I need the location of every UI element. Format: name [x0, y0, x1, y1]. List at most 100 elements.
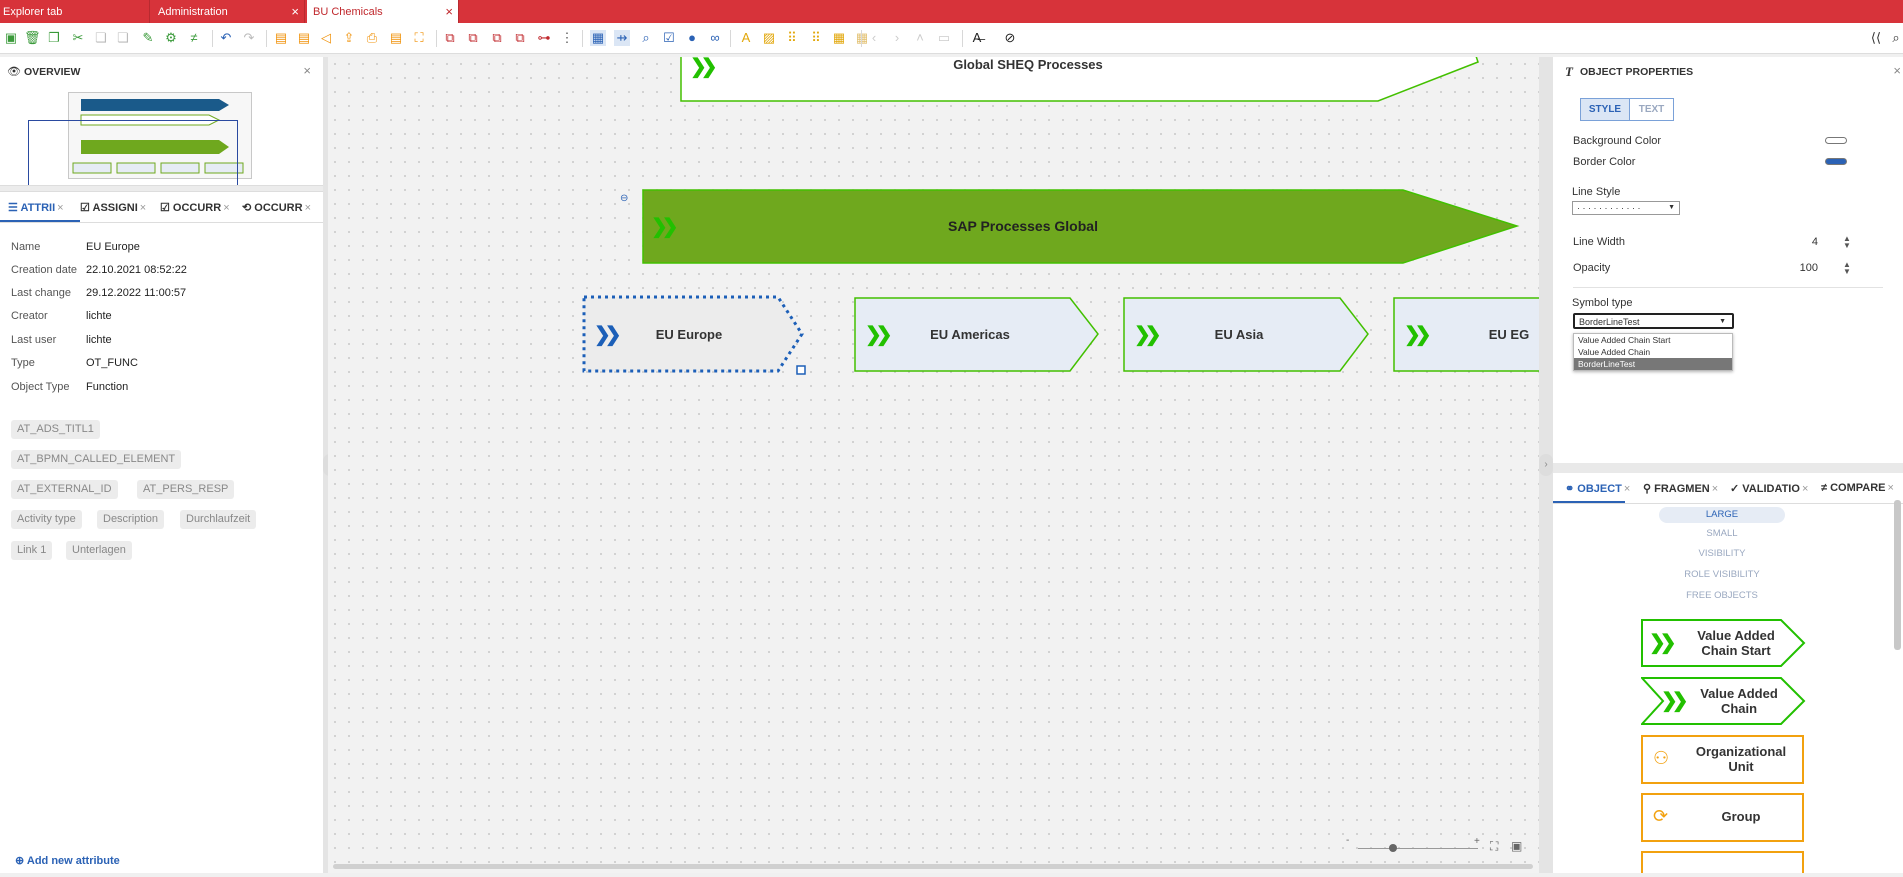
zoom-out-button[interactable]: -: [1346, 835, 1349, 846]
eye-slash-icon[interactable]: ⊘: [1002, 30, 1018, 46]
tab-bu-chemicals[interactable]: BU Chemicals ×: [307, 0, 459, 23]
tab-text[interactable]: TEXT: [1630, 98, 1674, 121]
filter-free-objects[interactable]: FREE OBJECTS: [1659, 590, 1785, 601]
connect-icon[interactable]: ⇸: [614, 30, 630, 46]
lock-icon[interactable]: ▭: [936, 30, 952, 46]
filter-small[interactable]: SMALL: [1659, 528, 1785, 539]
close-icon[interactable]: ×: [291, 0, 299, 23]
tab-occurrences-2[interactable]: ⟲ OCCURR ×: [242, 201, 311, 214]
attribute-chip[interactable]: Activity type: [11, 510, 82, 529]
close-icon[interactable]: ×: [223, 202, 229, 214]
chevron-left-icon[interactable]: ‹: [866, 30, 882, 46]
collapse-right-icon[interactable]: ›: [1539, 454, 1553, 476]
tab-attributes[interactable]: ☰ ATTRII ×: [8, 201, 64, 214]
filter-role-visibility[interactable]: ROLE VISIBILITY: [1659, 569, 1785, 580]
attribute-chip[interactable]: Durchlaufzeit: [180, 510, 257, 529]
arrange-icon[interactable]: ⧉: [489, 30, 505, 46]
more-icon[interactable]: ⋮: [559, 30, 575, 46]
zoom-slider-track[interactable]: [1358, 848, 1478, 849]
close-icon[interactable]: ×: [1712, 483, 1718, 495]
filter-large[interactable]: LARGE: [1659, 507, 1785, 523]
text-format-icon[interactable]: A̶: [969, 30, 985, 46]
fit-icon[interactable]: ⛶: [411, 30, 427, 46]
attribute-value[interactable]: lichte: [86, 334, 112, 346]
attribute-chip[interactable]: AT_ADS_TITL1: [11, 420, 100, 439]
cut-icon[interactable]: ✂: [70, 30, 86, 46]
attribute-chip[interactable]: Link 1: [11, 541, 53, 560]
grid-icon[interactable]: ▦: [590, 30, 606, 46]
palette-scrollbar[interactable]: [1894, 500, 1901, 650]
tab-explorer[interactable]: Explorer tab: [0, 0, 150, 23]
symbol-partial[interactable]: [1641, 851, 1806, 873]
format-painter-icon[interactable]: ✎: [140, 30, 156, 46]
fit-screen-icon[interactable]: ⛶: [1490, 839, 1498, 854]
tab-assignments[interactable]: ☑ ASSIGNI ×: [80, 201, 146, 214]
close-icon[interactable]: ×: [1624, 483, 1630, 495]
paste-icon[interactable]: ❏: [115, 30, 131, 46]
delete-icon[interactable]: 🗑: [24, 30, 41, 46]
attribute-value[interactable]: EU Europe: [86, 241, 140, 253]
symbol-type-select[interactable]: BorderLineTest ▼: [1573, 313, 1734, 329]
tab-validation[interactable]: ✓ VALIDATIO ×: [1730, 482, 1808, 495]
symbol-value-added-chain-start[interactable]: ❯❯ Value Added Chain Start: [1641, 619, 1806, 672]
image-icon[interactable]: ▨: [761, 30, 777, 46]
share-icon[interactable]: ◁: [318, 30, 334, 46]
close-icon[interactable]: ×: [305, 202, 311, 214]
model-canvas[interactable]: ❯❯ ❯❯ ❯❯ ❯❯ ❯❯ ❯❯ ⊖ Global SHEQ Processe…: [328, 57, 1539, 873]
tab-compare[interactable]: ≠ COMPARE ×: [1821, 482, 1894, 494]
settings-icon[interactable]: ⚙: [163, 30, 179, 46]
close-icon[interactable]: ×: [140, 202, 146, 214]
attribute-value[interactable]: 22.10.2021 08:52:22: [86, 264, 187, 276]
chevron-right-icon[interactable]: ›: [889, 30, 905, 46]
horizontal-scrollbar[interactable]: [333, 864, 1533, 869]
search-icon[interactable]: ⌕: [1888, 30, 1903, 46]
checkbox-icon[interactable]: ☑: [661, 30, 677, 46]
grid-icon[interactable]: ⠿: [808, 30, 824, 46]
export-icon[interactable]: ⇪: [341, 30, 357, 46]
close-icon[interactable]: ×: [1888, 482, 1894, 494]
close-icon[interactable]: ×: [303, 63, 311, 78]
spinner-icon[interactable]: ▲ ▼: [1843, 235, 1851, 250]
text-icon[interactable]: A: [738, 30, 754, 46]
symbol-organizational-unit[interactable]: ⚇ Organizational Unit: [1641, 735, 1806, 788]
filter-visibility[interactable]: VISIBILITY: [1659, 548, 1785, 559]
tab-style[interactable]: STYLE: [1580, 98, 1630, 121]
link-icon[interactable]: ⊖: [620, 193, 628, 204]
dropdown-option[interactable]: Value Added Chain Start: [1574, 334, 1732, 346]
line-width-value[interactable]: 4: [1778, 236, 1818, 248]
arrange-icon[interactable]: ⧉: [465, 30, 481, 46]
table-icon[interactable]: ▦: [831, 30, 847, 46]
tab-fragments[interactable]: ⚲ FRAGMEN ×: [1643, 482, 1718, 495]
attribute-chip[interactable]: AT_PERS_RESP: [137, 480, 235, 499]
attribute-chip[interactable]: AT_BPMN_CALLED_ELEMENT: [11, 450, 182, 469]
grid-icon[interactable]: ⠿: [784, 30, 800, 46]
print-icon[interactable]: ⎙: [364, 30, 380, 46]
close-icon[interactable]: ×: [57, 202, 63, 214]
attribute-value[interactable]: 29.12.2022 11:00:57: [86, 287, 186, 299]
background-color-swatch[interactable]: [1825, 137, 1847, 144]
arrange-icon[interactable]: ⧉: [512, 30, 528, 46]
tab-administration[interactable]: Administration ×: [150, 0, 305, 23]
hierarchy-icon[interactable]: ⊶: [536, 30, 552, 46]
new-icon[interactable]: ▣: [3, 30, 19, 46]
compare-icon[interactable]: ≠: [186, 30, 202, 46]
document-icon[interactable]: ▤: [296, 30, 312, 46]
minimap-toggle-icon[interactable]: ▣: [1511, 839, 1522, 853]
minimap-viewport[interactable]: [28, 120, 238, 190]
dropdown-option[interactable]: BorderLineTest: [1574, 358, 1732, 370]
copy-model-icon[interactable]: ❐: [46, 30, 62, 46]
report-icon[interactable]: ▤: [388, 30, 404, 46]
panel-toggle-icon[interactable]: ⟨⟨: [1868, 30, 1884, 46]
symbol-group[interactable]: ⟳ Group: [1641, 793, 1806, 846]
attribute-chip[interactable]: AT_EXTERNAL_ID: [11, 480, 118, 499]
attribute-chip[interactable]: Unterlagen: [66, 541, 132, 560]
tab-objects[interactable]: ⚭ OBJECT ×: [1565, 482, 1630, 495]
attribute-value[interactable]: Function: [86, 381, 128, 393]
border-color-swatch[interactable]: [1825, 158, 1847, 165]
tab-occurrences[interactable]: ☑ OCCURR ×: [160, 201, 230, 214]
undo-icon[interactable]: ↶: [218, 30, 234, 46]
zoom-slider-thumb[interactable]: [1389, 844, 1397, 852]
chevron-up-icon[interactable]: ˄: [912, 30, 928, 46]
close-icon[interactable]: ×: [1893, 63, 1901, 78]
attribute-chip[interactable]: Description: [97, 510, 165, 529]
